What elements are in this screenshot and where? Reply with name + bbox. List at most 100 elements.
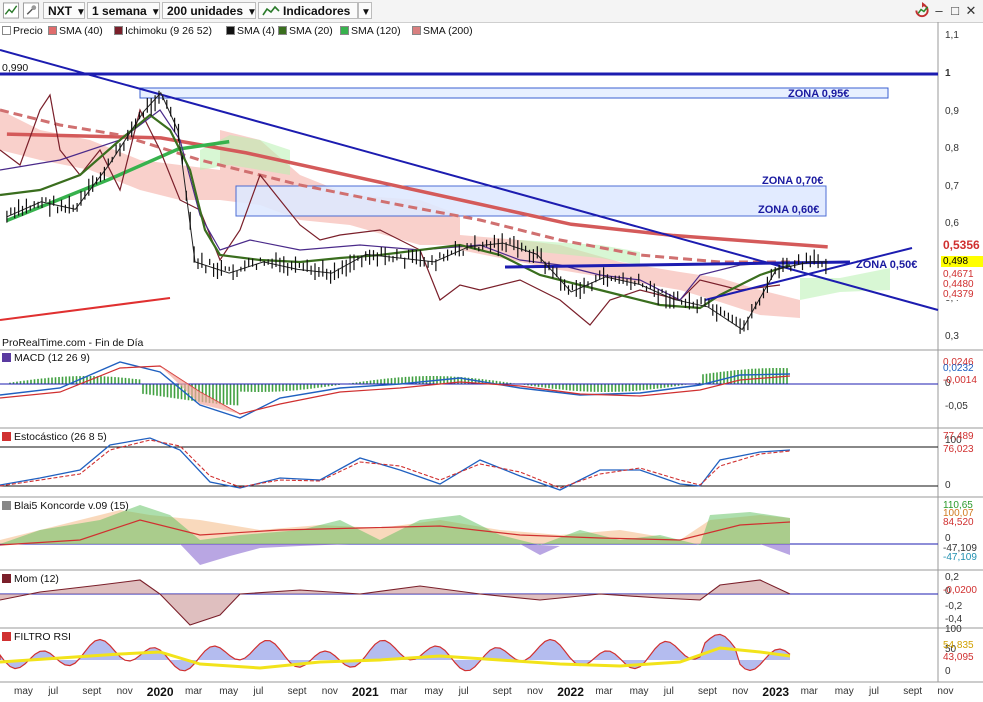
chevron-down-icon: ▼ — [361, 7, 371, 18]
price-tag: 0,498 — [941, 256, 983, 267]
rsi-value-tag: 54,835 — [943, 640, 974, 651]
mom-axis-tick: -0,2 — [945, 601, 963, 612]
price-tag: 0,5356 — [941, 240, 983, 254]
stoch-swatch — [2, 432, 11, 441]
chevron-down-icon: ▼ — [76, 7, 86, 18]
price-axis-tick: 1 — [945, 68, 951, 79]
zone-label: ZONA 0,60€ — [758, 204, 820, 216]
time-axis-label: 2020 — [146, 685, 174, 699]
mom-title-text: Mom (12) — [14, 573, 59, 585]
time-axis-label: jul — [253, 686, 264, 697]
time-axis-label: sept — [903, 686, 923, 697]
window-controls: – □ ✕ — [931, 3, 979, 19]
period-label: 1 semana — [92, 4, 147, 18]
price-axis-tick: 0,6 — [945, 218, 959, 230]
stoch-title-text: Estocástico (26 8 5) — [14, 431, 107, 443]
macd-title: MACD (12 26 9) — [2, 352, 90, 364]
chart-frame — [0, 22, 983, 683]
macd-value-tag: -0,0014 — [943, 375, 977, 386]
mom-title: Mom (12) — [2, 573, 59, 585]
period-selector[interactable]: 1 semana ▼ — [87, 2, 161, 19]
time-axis-label: jul — [663, 686, 674, 697]
macd-histogram — [9, 368, 788, 406]
macd-title-text: MACD (12 26 9) — [14, 352, 90, 364]
macd-value-tag: 0,0232 — [943, 363, 974, 374]
refresh-icon[interactable] — [912, 2, 932, 19]
rsi-title: FILTRO RSI — [2, 631, 71, 643]
time-axis-label: sept — [82, 686, 102, 697]
stoch-value-tag: 77,489 — [943, 431, 974, 442]
time-axis-label: may — [834, 686, 854, 697]
pin-icon[interactable] — [22, 2, 40, 19]
time-axis-label: sept — [492, 686, 512, 697]
koncorde-title-text: Blai5 Koncorde v.09 (15) — [14, 500, 129, 512]
time-axis-label: may — [424, 686, 444, 697]
rsi-swatch — [2, 632, 11, 641]
time-axis-label: 2023 — [762, 685, 790, 699]
close-icon[interactable]: ✕ — [963, 3, 979, 19]
koncorde-title: Blai5 Koncorde v.09 (15) — [2, 500, 129, 512]
koncorde-value-tag: 84,520 — [943, 517, 974, 528]
time-axis-label: mar — [185, 686, 203, 697]
zone-box-095 — [139, 87, 889, 99]
price-tag: 0,4379 — [941, 289, 983, 300]
stoch-value-tag: 76,023 — [943, 444, 974, 455]
time-axis-label: nov — [321, 686, 338, 697]
koncorde-swatch — [2, 501, 11, 510]
zone-label: ZONA 0,50€ — [856, 259, 918, 271]
units-selector[interactable]: 200 unidades ▼ — [162, 2, 257, 19]
maximize-icon[interactable]: □ — [947, 3, 963, 18]
time-axis-label: nov — [937, 686, 954, 697]
koncorde-value-tag: -47,109 — [943, 552, 977, 563]
price-axis-tick: 0,3 — [945, 331, 959, 342]
time-axis-label: may — [219, 686, 239, 697]
stoch-axis-tick: 0 — [945, 480, 951, 491]
macd-swatch — [2, 353, 11, 362]
rsi-axis-tick: 0 — [945, 666, 951, 677]
time-axis-label: nov — [527, 686, 544, 697]
stoch-k-line — [0, 437, 791, 491]
mom-axis-tick: 0,2 — [945, 572, 959, 583]
time-axis-label: nov — [732, 686, 749, 697]
time-axis-label: 2021 — [352, 685, 379, 699]
red-trend-line — [0, 297, 171, 321]
chevron-down-icon: ▼ — [247, 7, 257, 18]
time-axis-label: 2022 — [557, 685, 584, 699]
zone-label: ZONA 0,70€ — [762, 175, 824, 187]
price-axis-tick: 0,8 — [945, 143, 959, 155]
mom-swatch — [2, 574, 11, 583]
rsi-title-text: FILTRO RSI — [14, 631, 71, 643]
time-axis-label: may — [14, 686, 33, 697]
cloud-pink — [460, 235, 800, 318]
units-label: 200 unidades — [167, 4, 244, 18]
minimize-icon[interactable]: – — [931, 3, 947, 18]
koncorde-blue-area — [180, 544, 790, 565]
cloud-pink — [0, 110, 220, 200]
level-label: 0,990 — [2, 62, 29, 74]
stoch-title: Estocástico (26 8 5) — [2, 431, 107, 443]
instrument-selector[interactable]: NXT ▼ — [43, 2, 86, 19]
macd-axis-tick: -0,05 — [945, 401, 968, 412]
indicators-icon — [262, 5, 280, 16]
toolbar: NXT ▼ 1 semana ▼ 200 unidades ▼ Indicadores… — [0, 0, 983, 23]
chart-canvas[interactable] — [0, 22, 983, 702]
instrument-label: NXT — [48, 4, 72, 18]
indicators-button[interactable]: Indicadores — [258, 2, 358, 19]
time-axis-label: nov — [116, 686, 133, 697]
zone-box-070-060 — [235, 185, 827, 217]
sub-panels — [0, 361, 938, 672]
price-axis-tick: 0,9 — [945, 105, 959, 117]
price-axis-tick: 0,7 — [945, 180, 959, 192]
app-icon[interactable] — [2, 2, 20, 19]
indicators-dropdown[interactable]: ▼ — [358, 2, 372, 19]
mom-value-tag: -0,0200 — [943, 585, 977, 596]
mom-area — [0, 580, 790, 625]
zone-label: ZONA 0,95€ — [788, 88, 850, 100]
time-axis-label: jul — [48, 686, 59, 697]
indicators-label: Indicadores — [283, 4, 351, 18]
rsi-axis-tick: 100 — [945, 624, 962, 635]
chevron-down-icon: ▼ — [150, 7, 161, 18]
time-axis-label: jul — [458, 686, 469, 697]
time-axis-label: may — [629, 686, 649, 697]
price-axis-tick: 1,1 — [945, 30, 959, 42]
